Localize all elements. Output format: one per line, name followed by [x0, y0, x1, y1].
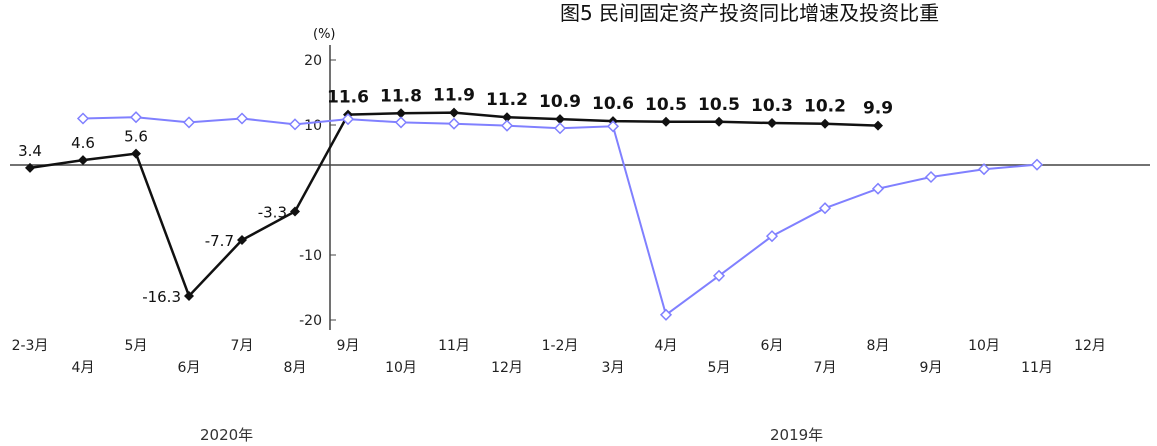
series-1-point — [661, 116, 671, 127]
data-label: 11.6 — [327, 88, 369, 108]
data-label: 11.2 — [486, 90, 528, 110]
data-label: 11.9 — [433, 86, 475, 106]
x-tick-labels: 2-3月 4月 5月 6月 7月 8月 9月 10月 11月 12月 1-2月 3月 4月 5月 6月 7月 8… — [12, 338, 1106, 376]
y-tick-label: 10 — [304, 118, 322, 134]
series-2-line — [82, 116, 1038, 317]
x-tick-label: 10月 — [968, 338, 1000, 354]
series-2-point — [871, 182, 885, 195]
x-tick-label: 5月 — [708, 360, 731, 376]
data-label: -16.3 — [142, 288, 181, 306]
series-2-point — [235, 112, 249, 125]
data-label: 4.6 — [71, 134, 95, 152]
x-tick-label: 8月 — [284, 360, 307, 376]
data-label: 10.5 — [698, 95, 740, 115]
x-tick-label: 11月 — [438, 338, 470, 354]
year-label-2019: 2019年 — [770, 426, 823, 444]
series-2-point — [500, 119, 514, 132]
data-label: 10.3 — [751, 96, 793, 116]
x-tick-label: 11月 — [1021, 360, 1053, 376]
x-tick-label: 12月 — [1074, 338, 1106, 354]
data-label: 3.4 — [18, 142, 42, 160]
year-label-2020: 2020年 — [200, 426, 253, 444]
y-tick-label: 20 — [304, 53, 322, 69]
y-tick-label: -10 — [299, 248, 322, 264]
x-tick-label: 4月 — [72, 360, 95, 376]
x-tick-label: 3月 — [602, 360, 625, 376]
series-2-point — [394, 116, 408, 129]
series-2-point — [129, 111, 143, 124]
x-tick-label: 5月 — [125, 338, 148, 354]
series-2-point — [924, 170, 938, 184]
data-label: -7.7 — [205, 232, 234, 250]
series-2-point — [606, 120, 620, 133]
series-1-line — [29, 111, 879, 299]
series-1-point — [767, 118, 777, 129]
series-1-point — [449, 107, 459, 118]
x-tick-label: 8月 — [867, 338, 890, 354]
series-layer: 3.4 4.6 5.6 -16.3 -7.7 -3.3 11.6 11.8 11.9 11.2 10… — [18, 86, 1044, 321]
x-tick-label: 9月 — [337, 338, 360, 354]
x-tick-label: 12月 — [491, 360, 523, 376]
series-1-point — [131, 148, 141, 159]
y-tick-label: -20 — [299, 313, 322, 329]
x-tick-label: 6月 — [761, 338, 784, 354]
series-1-point — [873, 120, 883, 131]
x-tick-label: 7月 — [814, 360, 837, 376]
series-1-point — [820, 118, 830, 129]
data-label: 9.9 — [863, 99, 893, 119]
series-2-point — [447, 117, 461, 130]
chart-canvas: 图5 民间固定资产投资同比增速及投资比重 (%) 20 10 -10 -20 2-3月… — [10, 1, 1150, 444]
data-label: 5.6 — [124, 128, 148, 146]
data-label: -3.3 — [258, 203, 287, 221]
x-tick-label: 4月 — [655, 338, 678, 354]
y-axis-unit: (%) — [313, 27, 336, 42]
series-2-point — [1030, 158, 1044, 171]
series-2-point — [76, 112, 90, 125]
x-tick-label: 7月 — [231, 338, 254, 354]
series-2-point — [818, 202, 832, 215]
data-label: 10.9 — [539, 92, 581, 112]
series-2-point — [288, 118, 302, 131]
x-tick-label: 10月 — [385, 360, 417, 376]
data-label: 10.5 — [645, 95, 687, 115]
x-tick-label: 6月 — [178, 360, 201, 376]
data-label: 10.2 — [804, 97, 846, 117]
data-label: 10.6 — [592, 94, 634, 114]
series-2-point — [553, 122, 567, 135]
series-1-point — [290, 206, 300, 217]
chart-title: 图5 民间固定资产投资同比增速及投资比重 — [560, 1, 939, 25]
x-tick-label: 2-3月 — [12, 338, 49, 354]
series-1-point — [714, 116, 724, 127]
data-label: 11.8 — [380, 86, 422, 106]
series-2-point — [182, 116, 196, 129]
series-2 — [76, 111, 1044, 321]
x-tick-label: 9月 — [920, 360, 943, 376]
x-tick-label: 1-2月 — [542, 338, 579, 354]
series-1-point — [78, 155, 88, 166]
